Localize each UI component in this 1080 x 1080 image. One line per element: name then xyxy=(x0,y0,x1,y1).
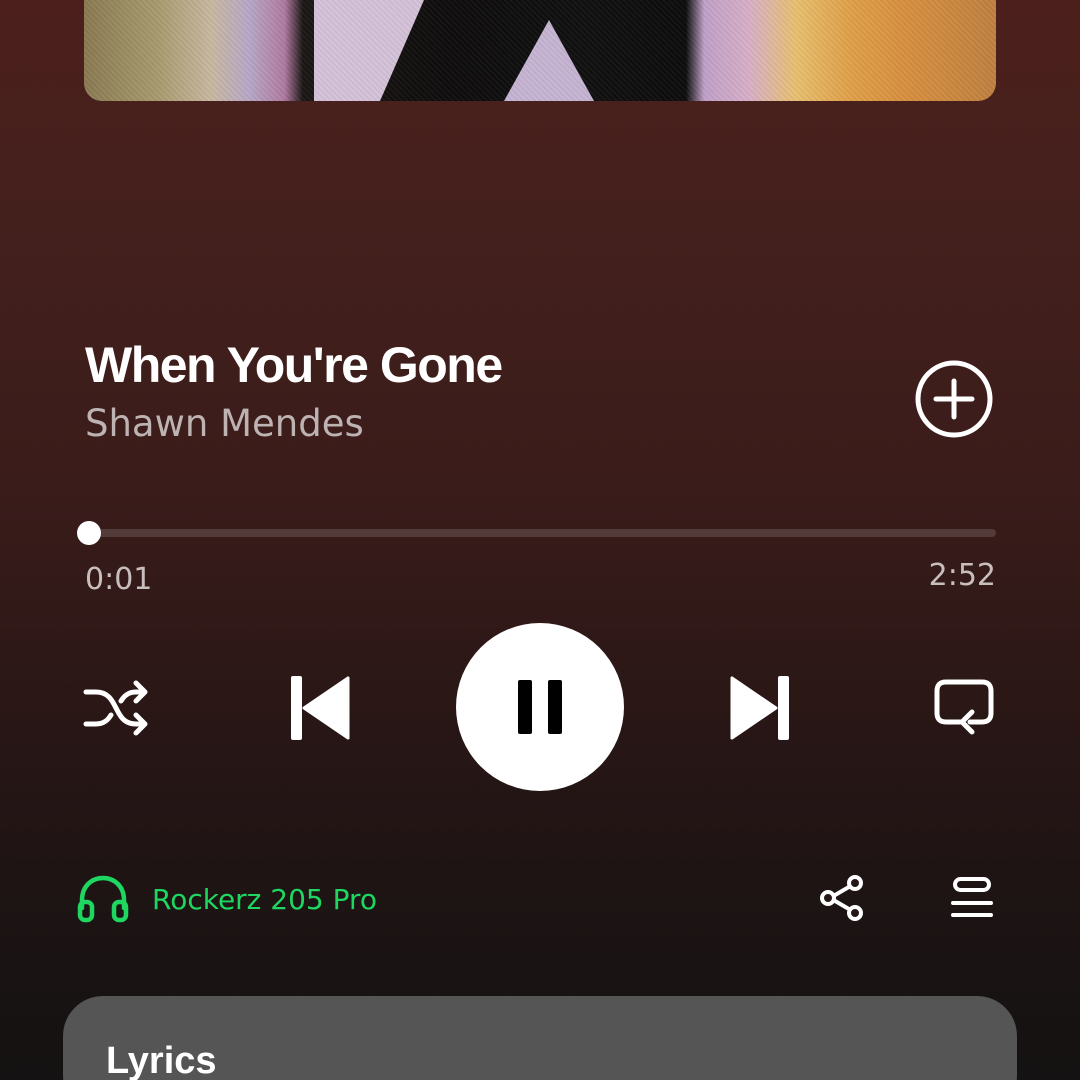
next-track-button[interactable] xyxy=(728,674,792,742)
progress-handle[interactable] xyxy=(77,521,102,545)
shuffle-button[interactable] xyxy=(82,676,150,740)
share-button[interactable] xyxy=(818,874,866,922)
device-name: Rockerz 205 Pro xyxy=(152,882,378,916)
share-icon xyxy=(820,875,863,921)
connected-device-button[interactable]: Rockerz 205 Pro xyxy=(76,872,377,926)
repeat-button[interactable] xyxy=(930,674,998,740)
previous-track-button[interactable] xyxy=(288,674,352,742)
skip-previous-icon xyxy=(291,676,350,740)
plus-circle-icon xyxy=(915,360,993,438)
album-art-texture xyxy=(84,0,996,101)
lyrics-title: Lyrics xyxy=(106,1040,217,1080)
pause-icon xyxy=(518,680,562,734)
skip-next-icon xyxy=(730,676,789,740)
queue-icon xyxy=(951,877,993,917)
album-art xyxy=(84,0,996,101)
progress-bar[interactable] xyxy=(77,521,996,545)
lyrics-card[interactable]: Lyrics xyxy=(63,996,1017,1080)
headphones-icon xyxy=(77,875,129,923)
track-title[interactable]: When You're Gone xyxy=(85,336,503,394)
repeat-icon xyxy=(934,679,994,735)
total-duration: 2:52 xyxy=(928,558,996,593)
shuffle-icon xyxy=(83,680,148,736)
track-artist[interactable]: Shawn Mendes xyxy=(85,402,364,445)
add-to-library-button[interactable] xyxy=(914,359,994,439)
elapsed-time: 0:01 xyxy=(85,562,153,597)
pause-button[interactable] xyxy=(456,623,624,791)
queue-button[interactable] xyxy=(950,876,994,920)
